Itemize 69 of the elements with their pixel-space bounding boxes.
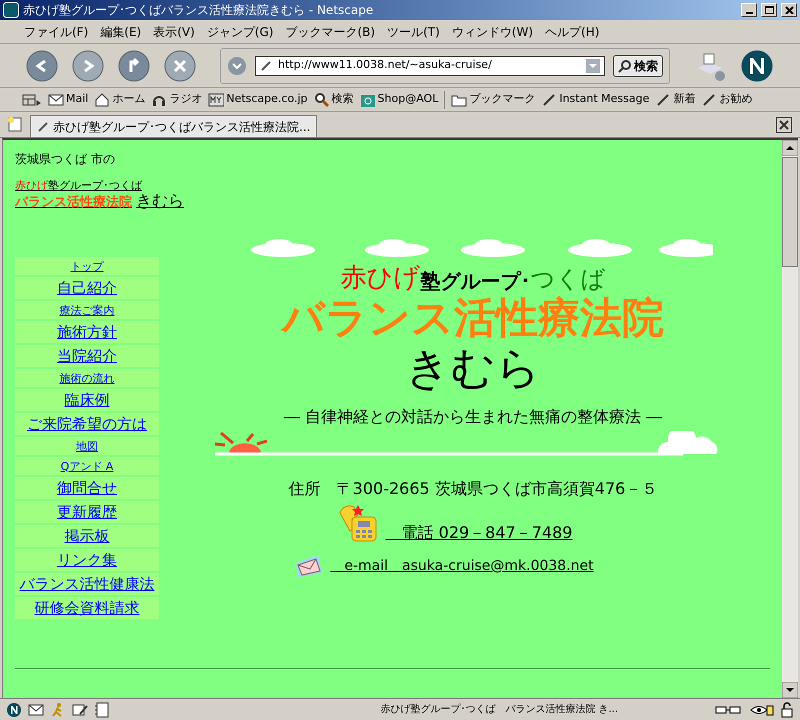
toolbar-link[interactable]: Instant Message: [541, 91, 650, 108]
toolbar-link[interactable]: 新着: [655, 91, 696, 108]
toolbar-link[interactable]: Netscape.co.jp: [208, 91, 308, 108]
close-button[interactable]: [781, 3, 797, 17]
back-icon: [26, 50, 58, 82]
toolbar-link[interactable]: Shop@AOL: [360, 91, 438, 108]
composer-icon[interactable]: [72, 702, 88, 718]
minimize-icon: [746, 12, 752, 14]
stop-icon: [164, 50, 196, 82]
menu-item[interactable]: ファイル(F): [18, 22, 94, 40]
url-text: http://www11.0038.net/~asuka-cruise/: [278, 57, 493, 74]
hero-title: バランス活性療法院: [282, 297, 664, 339]
browser-tab[interactable]: 赤ひげ塾グループ･つくばバランス活性療法院...: [30, 115, 318, 137]
search-icon: [618, 58, 632, 72]
maximize-icon: [764, 6, 774, 14]
intro-text: 茨城県つくば 市の: [15, 151, 115, 168]
scroll-up-icon[interactable]: [782, 140, 798, 156]
email-link[interactable]: e-mail asuka-cruise@mk.0038.net: [330, 556, 594, 577]
status-text: 赤ひげ塾グループ･つくば バランス活性療法院 き...: [380, 702, 618, 716]
minimize-button[interactable]: [741, 3, 757, 17]
menu-item[interactable]: 編集(E): [94, 22, 148, 40]
maximize-button[interactable]: [761, 3, 777, 17]
new-tab-icon[interactable]: [6, 115, 24, 133]
link-icon: [260, 60, 272, 72]
url-field[interactable]: http://www11.0038.net/~asuka-cruise/: [255, 56, 605, 76]
link-icon: [37, 120, 49, 132]
menu-item[interactable]: ジャンプ(G): [200, 22, 280, 40]
close-icon: [784, 6, 794, 14]
search-icon: [314, 92, 330, 108]
toolbar-link[interactable]: ホーム: [94, 91, 146, 108]
nav-link[interactable]: トップ: [70, 260, 104, 272]
my-icon: [208, 92, 224, 108]
toolbar-link[interactable]: Mail: [48, 91, 88, 108]
menu-item[interactable]: ブックマーク(B): [279, 22, 382, 40]
close-tab-button[interactable]: [776, 117, 792, 133]
bookmark-icon: [541, 92, 558, 108]
home-icon: [94, 92, 110, 108]
scrollbar[interactable]: [782, 140, 798, 698]
forward-icon: [72, 50, 104, 82]
back-button[interactable]: [26, 50, 58, 82]
bookmark-icon: [701, 92, 718, 108]
nav-link[interactable]: 地図: [76, 440, 98, 452]
address-book-icon[interactable]: [94, 702, 110, 718]
bookmark-icon: [655, 92, 672, 108]
menu-item[interactable]: 表示(V): [147, 22, 201, 40]
reload-button[interactable]: [118, 50, 150, 82]
toolbar-link[interactable]: ブックマーク: [451, 91, 536, 108]
address-text: 住所 〒300-2665 茨城県つくば市高須賀476－５: [288, 478, 658, 500]
padlock-icon: [780, 702, 794, 718]
hero-name: きむら: [406, 347, 540, 391]
window-title: 赤ひげ塾グループ･つくばバランス活性療法院きむら - Netscape: [23, 2, 374, 19]
hero-subtitle: 赤ひげ塾グループ･つくば: [340, 265, 606, 291]
toolbar-link[interactable]: 検索: [314, 91, 354, 108]
menu-item[interactable]: ツール(T): [381, 22, 446, 40]
mail-icon: [48, 92, 64, 108]
toolbar-link[interactable]: お勧め: [701, 91, 752, 108]
scroll-down-icon[interactable]: [782, 682, 798, 698]
stop-button[interactable]: [164, 50, 196, 82]
close-icon: [778, 119, 790, 131]
reload-icon: [118, 50, 150, 82]
mail-icon[interactable]: [28, 702, 44, 718]
toolbar-link[interactable]: ラジオ: [151, 91, 202, 108]
menu-item[interactable]: ウィンドウ(W): [446, 22, 540, 40]
forward-button[interactable]: [72, 50, 104, 82]
tagline: ― 自律神経との対話から生まれた無痛の整体療法 ―: [284, 406, 662, 428]
menu-item[interactable]: ヘルプ(H): [539, 22, 606, 40]
search-button[interactable]: 検索: [613, 54, 663, 76]
privacy-icon: [750, 702, 774, 716]
phone-link[interactable]: 電話 029－847－7489: [386, 521, 572, 545]
